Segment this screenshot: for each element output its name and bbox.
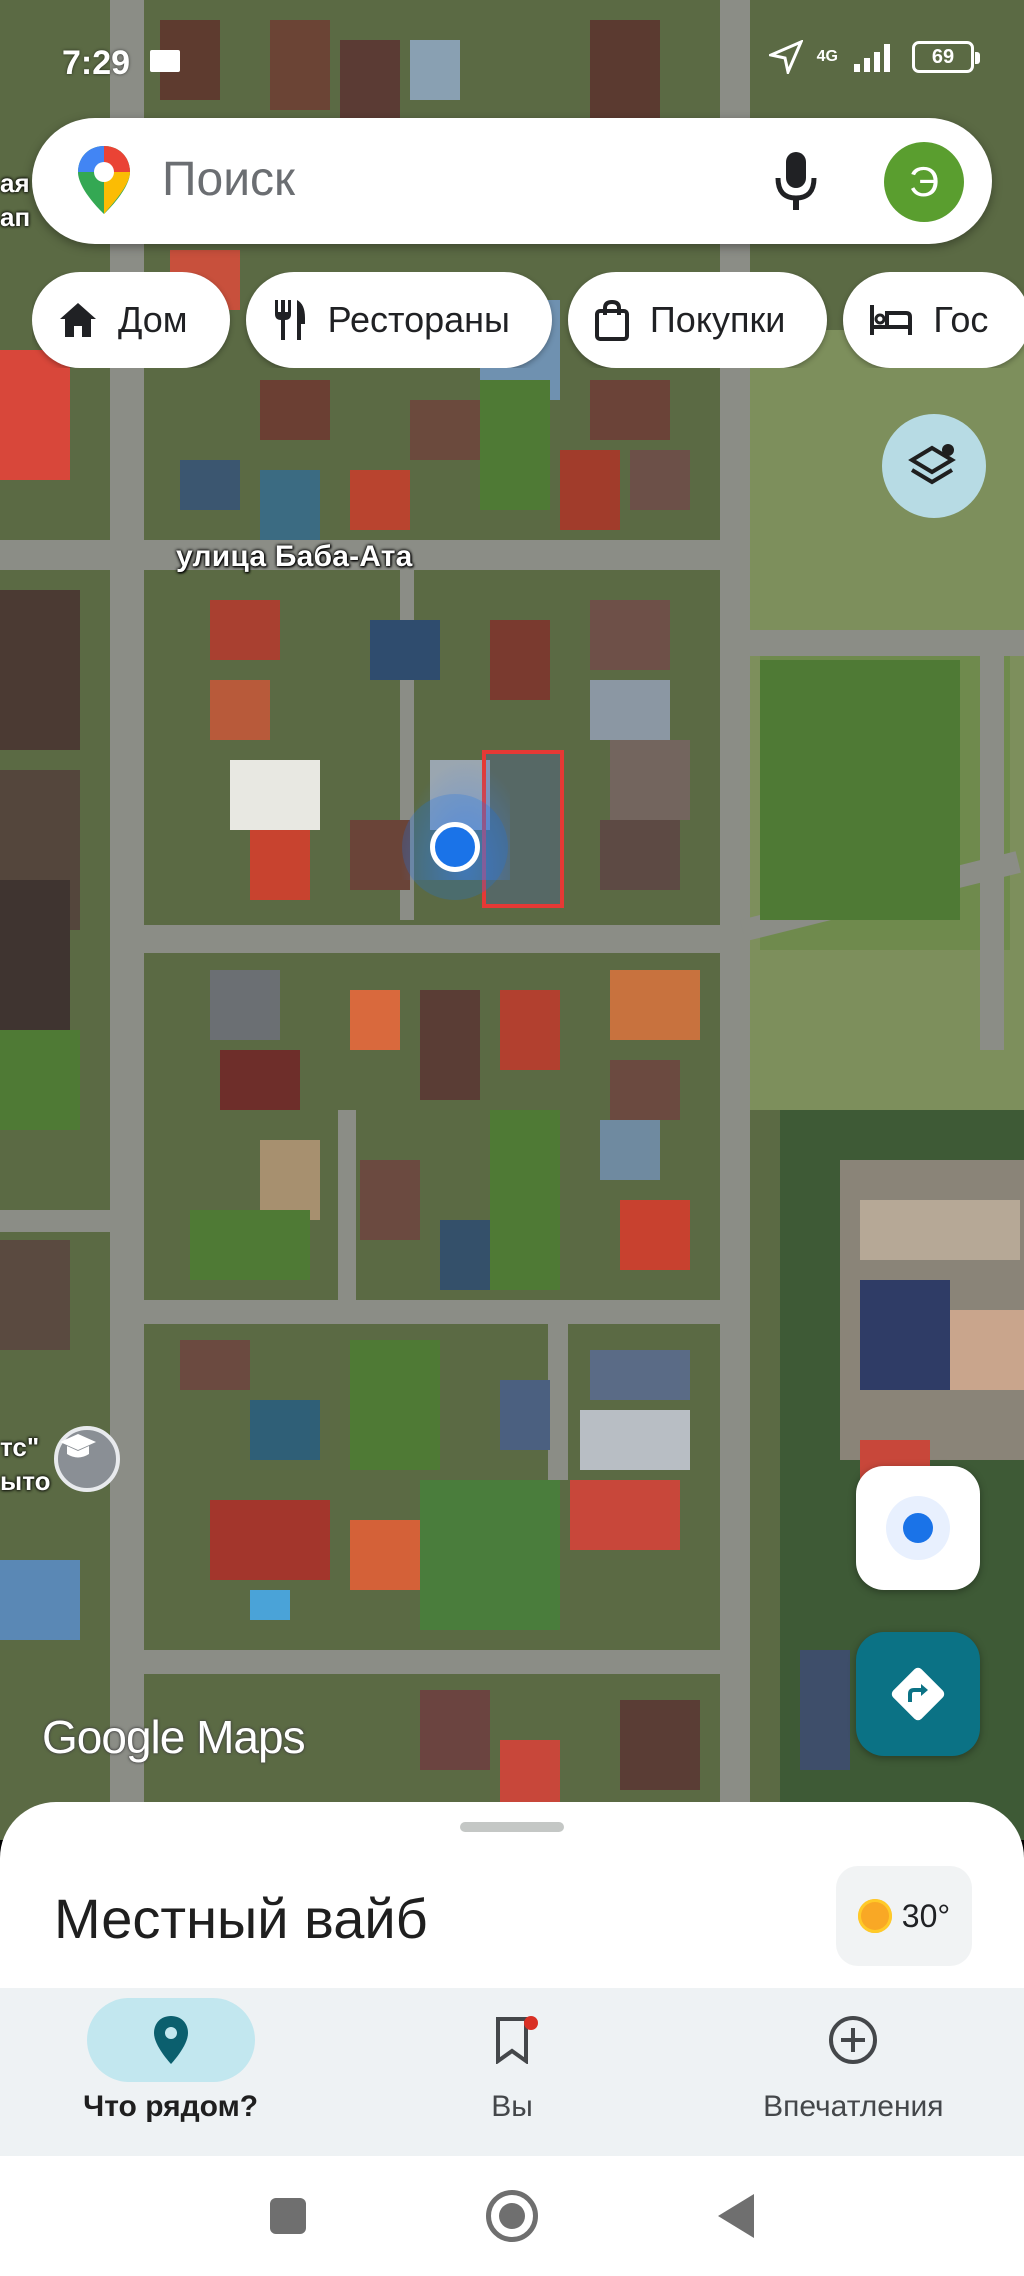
signal-icon xyxy=(854,44,890,72)
home-icon xyxy=(60,303,96,337)
chip-home[interactable]: Дом xyxy=(32,272,230,368)
street-label: улица Баба-Ата xyxy=(176,540,413,573)
chip-restaurants[interactable]: Рестораны xyxy=(245,272,552,368)
chip-label: Покупки xyxy=(649,299,786,340)
nav-contribute[interactable]: Впечатления xyxy=(683,1988,1024,2156)
layers-icon xyxy=(908,444,956,485)
network-type: 4G xyxy=(816,48,838,65)
battery-icon: 69 xyxy=(912,41,980,73)
directions-icon xyxy=(891,1667,945,1721)
weather-chip[interactable]: 30° xyxy=(836,1866,972,1966)
poi-label-partial[interactable]: ая xyxy=(0,168,30,199)
nav-label: Вы xyxy=(491,2090,533,2123)
directions-button[interactable] xyxy=(856,1632,980,1756)
nav-label: Что рядом? xyxy=(83,2090,259,2123)
bottom-sheet[interactable]: Местный вайб 30° xyxy=(0,1802,1024,2002)
hotel-icon xyxy=(870,305,913,335)
google-maps-logo: Google Maps xyxy=(42,1711,306,1763)
location-arrow-icon xyxy=(768,40,803,74)
my-location-dot xyxy=(430,822,480,872)
microphone-icon[interactable] xyxy=(772,148,820,214)
status-indicators: 4G 69 xyxy=(768,40,980,74)
bottom-navigation: Что рядом? Вы Впечатления xyxy=(0,1988,1024,2156)
account-avatar[interactable]: Э xyxy=(884,142,964,222)
nav-explore[interactable]: Что рядом? xyxy=(0,1988,341,2156)
layers-button[interactable] xyxy=(882,414,986,518)
sheet-title: Местный вайб xyxy=(54,1887,428,1950)
nav-label: Впечатления xyxy=(763,2090,944,2123)
nav-pill xyxy=(769,1998,937,2082)
chip-shopping[interactable]: Покупки xyxy=(567,272,828,368)
recent-apps-button[interactable] xyxy=(270,2198,306,2234)
poi-label-partial-left-2[interactable]: ыто xyxy=(0,1466,50,1497)
home-button[interactable] xyxy=(486,2190,538,2242)
mail-icon xyxy=(150,50,180,72)
google-maps-pin-icon xyxy=(78,146,130,214)
my-location-icon xyxy=(886,1496,950,1560)
back-button[interactable] xyxy=(718,2194,754,2238)
system-navigation-bar xyxy=(0,2156,1024,2276)
chip-label: Дом xyxy=(118,299,188,340)
poi-label-partial-2[interactable]: ап xyxy=(0,202,30,233)
weather-temperature: 30° xyxy=(901,1897,951,1934)
poi-label-partial-left[interactable]: тс" xyxy=(0,1432,39,1463)
shopping-bag-icon xyxy=(594,299,629,341)
battery-level: 69 xyxy=(931,45,955,68)
location-pin-icon xyxy=(153,2016,188,2064)
search-bar[interactable]: Поиск Э xyxy=(32,118,992,244)
nav-pill xyxy=(86,1998,255,2082)
sun-icon xyxy=(857,1899,892,1933)
search-input[interactable]: Поиск xyxy=(162,152,295,207)
nav-pill xyxy=(428,1998,596,2082)
status-time: 7:29 xyxy=(62,44,131,82)
chip-label: Гос xyxy=(933,299,989,340)
category-chips: Дом Рестораны Покупки Гос xyxy=(32,272,1024,368)
notification-badge xyxy=(523,2016,538,2030)
chip-label: Рестораны xyxy=(327,299,510,340)
my-location-button[interactable] xyxy=(856,1466,980,1590)
chip-hotels[interactable]: Гос xyxy=(843,272,1024,368)
add-circle-icon xyxy=(829,2016,878,2064)
status-bar: 7:29 4G 69 xyxy=(0,0,1024,110)
restaurant-icon xyxy=(274,300,305,340)
nav-you[interactable]: Вы xyxy=(341,1988,682,2156)
graduation-cap-icon[interactable] xyxy=(54,1426,120,1492)
drag-handle[interactable] xyxy=(460,1822,564,1832)
